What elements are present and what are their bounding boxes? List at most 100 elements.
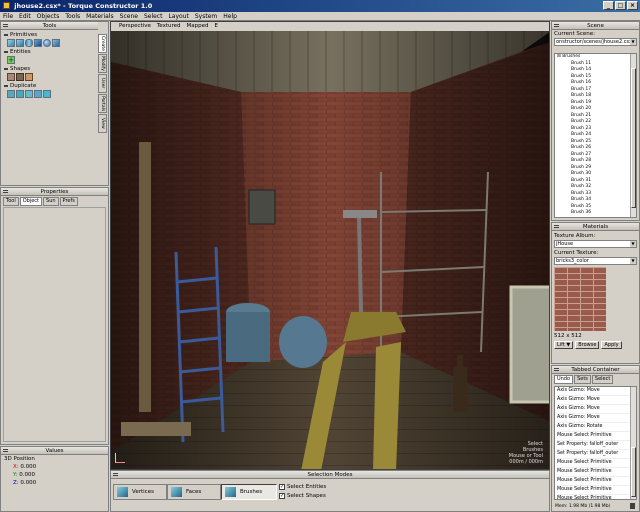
shape-person-icon[interactable] xyxy=(16,73,24,81)
menu-tools[interactable]: Tools xyxy=(62,12,83,20)
y-value[interactable]: 0.000 xyxy=(19,472,35,478)
select-entities-checkbox[interactable]: ✓ Select Entities xyxy=(279,484,326,490)
undo-list-item[interactable]: Axis Gizmo: Move xyxy=(557,387,636,396)
undo-list-item[interactable]: Mouse Select Primitive xyxy=(557,486,636,495)
scene-tree-item[interactable]: Brush 36 xyxy=(571,210,636,217)
scene-scrollbar-thumb[interactable] xyxy=(631,68,636,208)
current-texture-dropdown[interactable]: bricks3_color ▼ xyxy=(554,257,637,265)
faces-icon xyxy=(171,487,182,497)
undo-list-item[interactable]: Axis Gizmo: Rotate xyxy=(557,423,636,432)
tab-prefs[interactable]: Prefs xyxy=(59,197,78,206)
undo-list-item[interactable]: Mouse Select Primitive xyxy=(557,468,636,477)
undo-list-item[interactable]: Axis Gizmo: Move xyxy=(557,405,636,414)
browse-button[interactable]: Browse xyxy=(575,341,600,349)
current-scene-value: onstructor/scenes/jhouse2.csx xyxy=(556,39,633,45)
undo-list-item[interactable]: Set Property: falloff_outer xyxy=(557,450,636,459)
shape-rocks-icon[interactable] xyxy=(25,73,33,81)
menu-materials[interactable]: Materials xyxy=(83,12,117,20)
menu-select[interactable]: Select xyxy=(141,12,166,20)
tab-tool[interactable]: Tool xyxy=(3,197,19,206)
selection-modes-header: Selection Modes xyxy=(111,471,549,479)
select-shapes-checkbox[interactable]: ✓ Select Shapes xyxy=(279,493,326,499)
duplicate-4-icon[interactable] xyxy=(34,90,42,98)
undo-list[interactable]: Axis Gizmo: Move Axis Gizmo: Move Axis Giz… xyxy=(554,386,637,500)
primitives-label: Primitives xyxy=(4,32,97,38)
menu-file[interactable]: File xyxy=(0,12,16,20)
tab-sets[interactable]: Sets xyxy=(574,375,591,384)
undo-list-item[interactable]: Mouse Select Primitive xyxy=(557,495,636,499)
menu-objects[interactable]: Objects xyxy=(34,12,63,20)
render-mode-dropdown[interactable]: Textured xyxy=(157,22,181,31)
minimize-button[interactable]: _ xyxy=(603,1,614,10)
x-value[interactable]: 0.000 xyxy=(20,464,36,470)
tabbed-container-tabs: Undo Sets Select xyxy=(552,374,639,385)
duplicate-1-icon[interactable] xyxy=(7,90,15,98)
cylinder-primitive-icon[interactable] xyxy=(25,39,33,47)
texture-album-dropdown[interactable]: jHouse ▼ xyxy=(554,240,637,248)
app-icon xyxy=(3,2,10,9)
scene-scrollbar[interactable] xyxy=(630,54,636,217)
faces-button[interactable]: Faces xyxy=(167,484,221,500)
menu-system[interactable]: System xyxy=(192,12,220,20)
side-tab-portals[interactable]: Portals xyxy=(98,94,107,113)
cone-primitive-icon[interactable] xyxy=(34,39,42,47)
vertices-button[interactable]: Vertices xyxy=(113,484,167,500)
z-value[interactable]: 0.000 xyxy=(20,480,36,486)
vertices-icon xyxy=(117,487,128,497)
tools-panel: Tools Primitives Entities + Shapes Dupli… xyxy=(0,21,109,186)
duplicate-2-icon[interactable] xyxy=(16,90,24,98)
view-mode-dropdown[interactable]: Perspective xyxy=(119,22,151,31)
cube-primitive-icon[interactable] xyxy=(7,39,15,47)
mapping-dropdown[interactable]: Mapped xyxy=(186,22,208,31)
wedge-primitive-icon[interactable] xyxy=(16,39,24,47)
undo-list-item[interactable]: Mouse Select Primitive xyxy=(557,459,636,468)
values-panel-header: Values xyxy=(1,447,108,455)
current-scene-dropdown[interactable]: onstructor/scenes/jhouse2.csx ▼ xyxy=(554,38,637,46)
menu-layout[interactable]: Layout xyxy=(165,12,191,20)
tab-sun[interactable]: Sun xyxy=(43,197,59,206)
undo-scrollbar-thumb[interactable] xyxy=(631,447,636,497)
window-title: jhouse2.csx* - Torque Constructor 1.0 xyxy=(14,2,153,10)
brushes-button[interactable]: Brushes xyxy=(221,484,277,500)
tab-undo[interactable]: Undo xyxy=(554,375,574,384)
3d-viewport[interactable]: Perspective Textured Mapped E Select Bru… xyxy=(110,21,550,470)
tab-object[interactable]: Object xyxy=(19,197,43,206)
undo-list-item[interactable]: Axis Gizmo: Move xyxy=(557,414,636,423)
tabbed-container-title: Tabbed Container xyxy=(571,367,620,373)
shape-figure-icon[interactable] xyxy=(7,73,15,81)
side-tab-view[interactable]: View xyxy=(98,114,107,133)
tab-select[interactable]: Select xyxy=(591,375,614,384)
close-button[interactable]: × xyxy=(627,1,638,10)
materials-panel: Materials Texture Album: jHouse ▼ Curren… xyxy=(551,222,640,364)
grip-icon xyxy=(554,368,559,371)
entities-row: + xyxy=(7,56,97,64)
scene-panel-header: Scene xyxy=(552,22,639,30)
trash-icon[interactable] xyxy=(630,503,635,509)
side-tab-user[interactable]: User xyxy=(98,74,107,93)
duplicate-3-icon[interactable] xyxy=(25,90,33,98)
side-tab-create[interactable]: Create xyxy=(98,34,107,53)
lift-button[interactable]: Lift ▼ xyxy=(554,341,574,349)
undo-list-item[interactable]: Axis Gizmo: Move xyxy=(557,396,636,405)
menu-bar: File Edit Objects Tools Materials Scene … xyxy=(0,12,640,21)
side-tab-modify[interactable]: Modify xyxy=(98,54,107,73)
viewport-scene xyxy=(111,31,549,469)
undo-list-item[interactable]: Set Property: falloff_outer xyxy=(557,441,636,450)
maximize-button[interactable]: □ xyxy=(615,1,626,10)
properties-panel-title: Properties xyxy=(40,189,69,195)
menu-scene[interactable]: Scene xyxy=(117,12,141,20)
values-panel: Values 3D Position X: 0.000 Y: 0.000 Z: … xyxy=(0,446,109,512)
stairs-primitive-icon[interactable] xyxy=(52,39,60,47)
duplicate-5-icon[interactable] xyxy=(43,90,51,98)
menu-edit[interactable]: Edit xyxy=(16,12,34,20)
viewport-extra-button[interactable]: E xyxy=(214,22,217,31)
undo-list-item[interactable]: Mouse Select Primitive xyxy=(557,432,636,441)
menu-help[interactable]: Help xyxy=(220,12,240,20)
undo-scrollbar[interactable] xyxy=(630,387,636,499)
sphere-primitive-icon[interactable] xyxy=(43,39,51,47)
add-entity-icon[interactable]: + xyxy=(7,56,15,64)
texture-album-label: Texture Album: xyxy=(554,233,596,239)
apply-button[interactable]: Apply xyxy=(601,341,622,349)
scene-tree[interactable]: ⊟ Brushes Brush 11 Brush 14 Brush 15 Brush … xyxy=(554,53,637,218)
undo-list-item[interactable]: Mouse Select Primitive xyxy=(557,477,636,486)
